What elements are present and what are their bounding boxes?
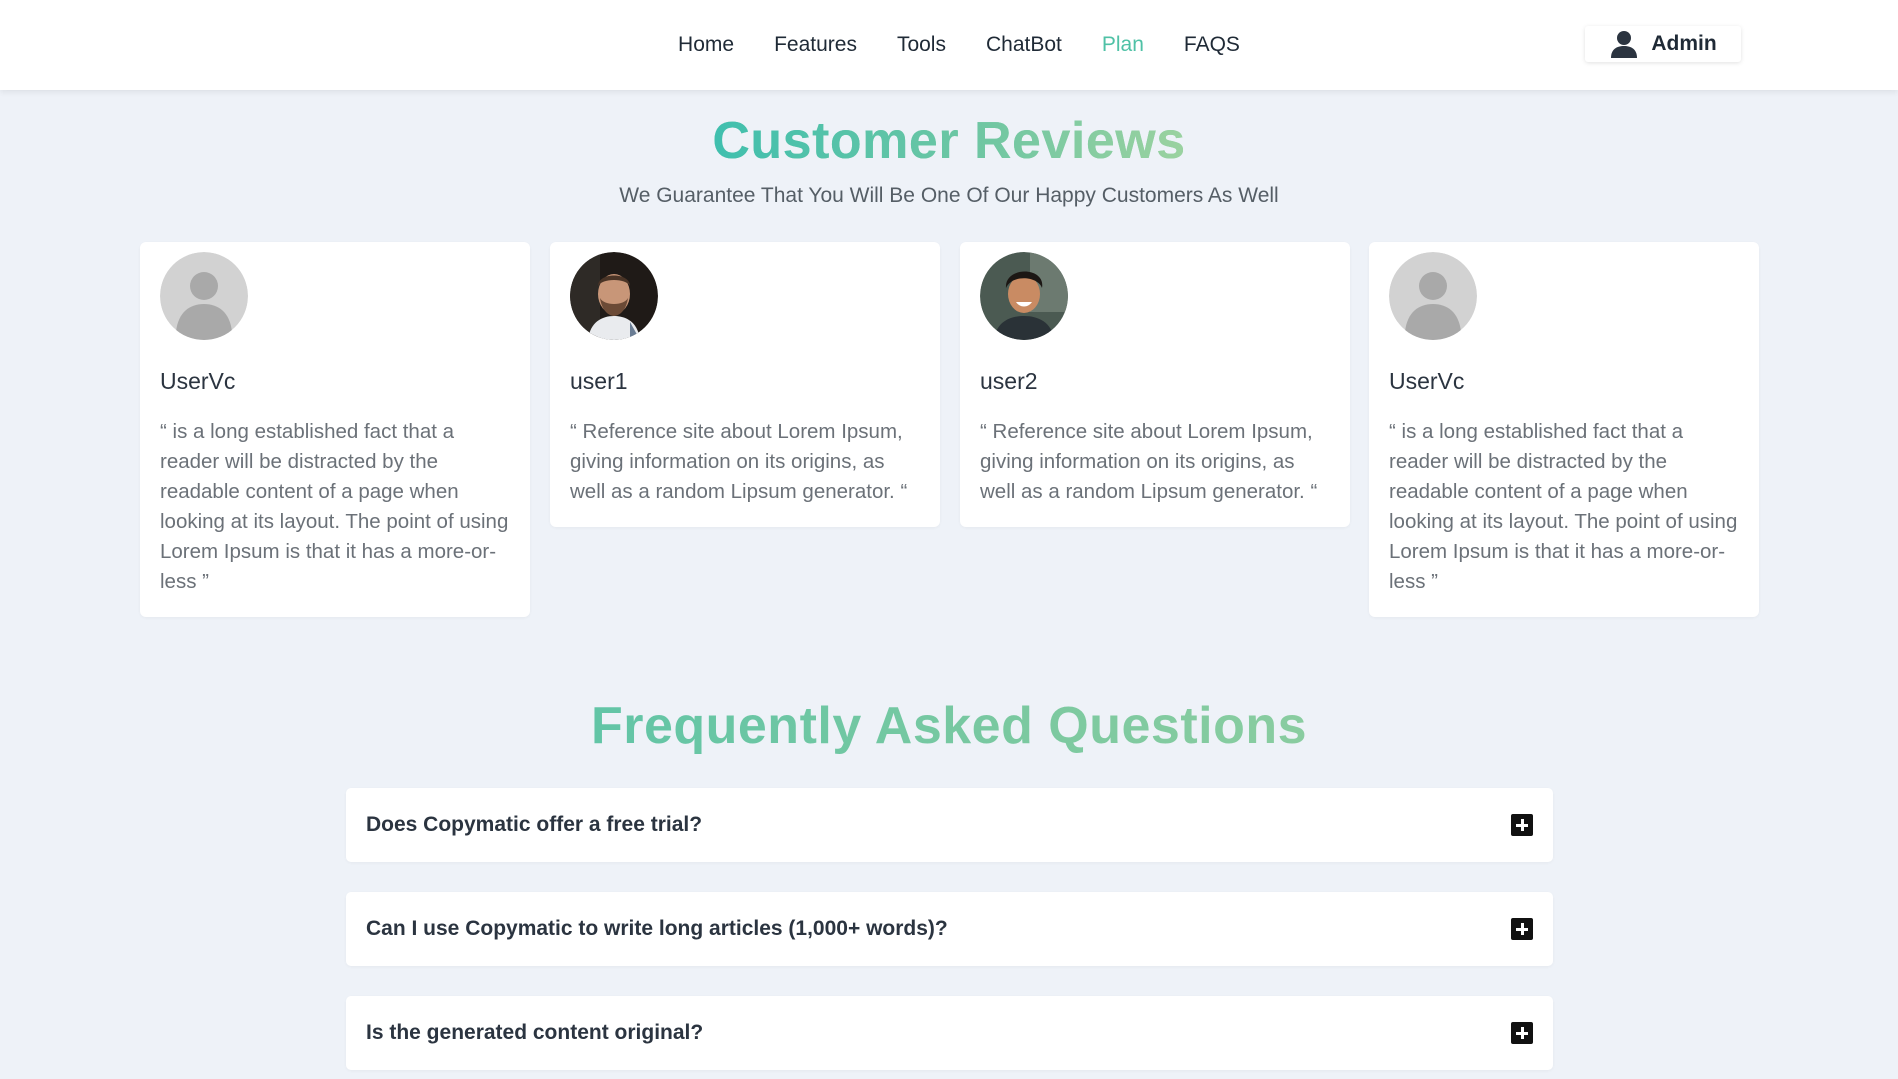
reviewer-name: UserVc: [1389, 368, 1465, 394]
faq-item[interactable]: Is the generated content original?: [346, 996, 1553, 1070]
review-quote: “ is a long established fact that a read…: [160, 420, 509, 593]
faq-question: Does Copymatic offer a free trial?: [366, 813, 703, 836]
nav-chatbot-link[interactable]: ChatBot: [986, 33, 1062, 57]
plus-square-icon[interactable]: [1511, 918, 1533, 940]
nav-plan-link[interactable]: Plan: [1102, 33, 1144, 57]
reviewer-name: UserVc: [160, 368, 236, 394]
top-navbar: Home Features Tools ChatBot Plan FAQS Ad…: [0, 0, 1898, 90]
faq-item[interactable]: Can I use Copymatic to write long articl…: [346, 892, 1553, 966]
review-card: user1 “ Reference site about Lorem Ipsum…: [550, 242, 940, 527]
photo-avatar-bearded-man: [570, 252, 658, 340]
photo-avatar-smiling-man: [980, 252, 1068, 340]
faq-question: Can I use Copymatic to write long articl…: [366, 917, 948, 940]
nav-features-link[interactable]: Features: [774, 33, 857, 57]
reviews-title: Customer Reviews: [0, 108, 1898, 174]
plus-square-icon[interactable]: [1511, 1022, 1533, 1044]
default-avatar: [160, 252, 248, 340]
review-quote: “ Reference site about Lorem Ipsum, givi…: [980, 420, 1318, 503]
reviews-subtitle: We Guarantee That You Will Be One Of Our…: [619, 184, 1279, 207]
reviewer-name: user2: [980, 368, 1038, 394]
admin-account-button[interactable]: Admin: [1585, 26, 1741, 62]
review-quote: “ Reference site about Lorem Ipsum, givi…: [570, 420, 908, 503]
nav-faqs-link[interactable]: FAQS: [1184, 33, 1240, 57]
reviewer-name: user1: [570, 368, 628, 394]
review-card: UserVc “ is a long established fact that…: [140, 242, 530, 617]
admin-label: Admin: [1651, 32, 1717, 55]
default-avatar: [1389, 252, 1477, 340]
faq-title: Frequently Asked Questions: [0, 692, 1898, 760]
review-quote: “ is a long established fact that a read…: [1389, 420, 1738, 593]
review-card: user2 “ Reference site about Lorem Ipsum…: [960, 242, 1350, 527]
nav-tools-link[interactable]: Tools: [897, 33, 946, 57]
nav-home-link[interactable]: Home: [678, 33, 734, 57]
faq-question: Is the generated content original?: [366, 1021, 704, 1044]
plus-square-icon[interactable]: [1511, 814, 1533, 836]
user-icon: [1611, 31, 1638, 58]
faq-item[interactable]: Does Copymatic offer a free trial?: [346, 788, 1553, 862]
review-card: UserVc “ is a long established fact that…: [1369, 242, 1759, 617]
